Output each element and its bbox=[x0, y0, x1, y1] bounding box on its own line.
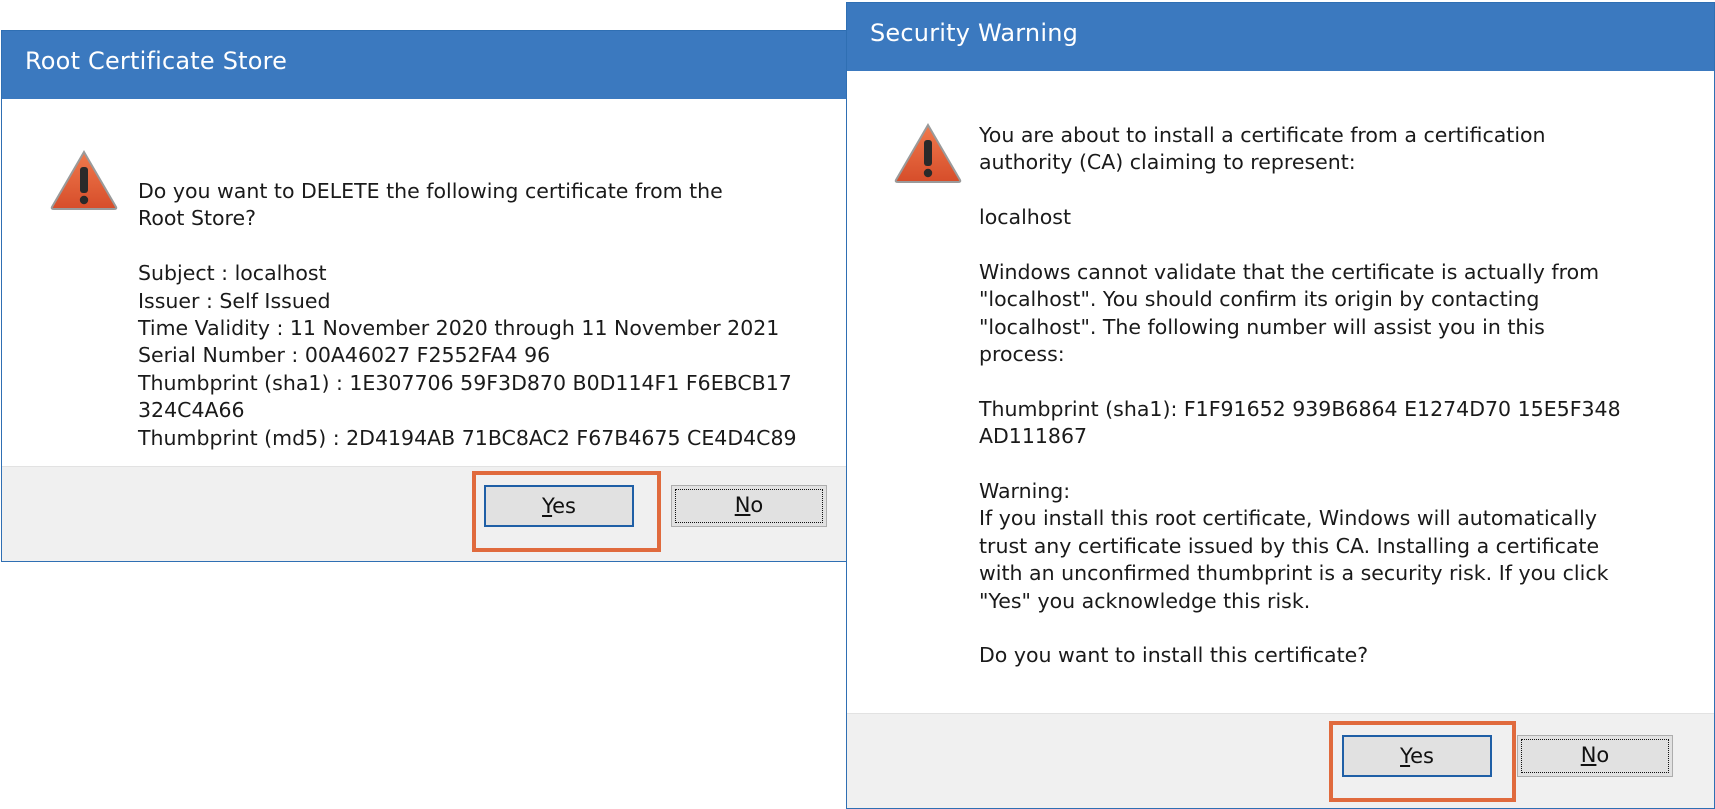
message-line: You are about to install a certificate f… bbox=[979, 123, 1546, 147]
warning-triangle-icon bbox=[50, 150, 118, 210]
root-certificate-store-dialog: Root Certificate Store Do you want to DE… bbox=[1, 30, 847, 562]
dialog-footer: Yes No bbox=[2, 466, 846, 561]
security-warning-dialog: Security Warning You are about to instal… bbox=[846, 2, 1715, 809]
message-line: Issuer : Self Issued bbox=[138, 288, 331, 313]
title-bar[interactable]: Security Warning bbox=[847, 3, 1714, 71]
message-line: 324C4A66 bbox=[138, 398, 245, 423]
message-line: process: bbox=[979, 342, 1065, 367]
message-line: Thumbprint (sha1) : 1E307706 59F3D870 B0… bbox=[138, 370, 792, 395]
title-bar[interactable]: Root Certificate Store bbox=[2, 31, 846, 99]
message-line: Thumbprint (md5) : 2D4194AB 71BC8AC2 F67… bbox=[138, 425, 797, 450]
yes-button-label: Yes bbox=[1400, 744, 1434, 768]
warning-triangle-icon bbox=[894, 123, 962, 183]
dialog-message: You are about to install a certificate f… bbox=[979, 122, 1621, 670]
message-line: trust any certificate issued by this CA.… bbox=[979, 533, 1600, 558]
message-line: Thumbprint (sha1): F1F91652 939B6864 E12… bbox=[979, 396, 1621, 421]
no-button[interactable]: No bbox=[671, 485, 827, 527]
message-line: Windows cannot validate that the certifi… bbox=[979, 259, 1600, 284]
certificate-subject: localhost bbox=[979, 205, 1072, 230]
message-line: "Yes" you acknowledge this risk. bbox=[979, 588, 1311, 613]
install-question: Do you want to install this certificate? bbox=[979, 643, 1369, 668]
message-line: Time Validity : 11 November 2020 through… bbox=[138, 315, 780, 340]
message-line: Subject : localhost bbox=[138, 261, 327, 286]
dialog-title: Security Warning bbox=[870, 19, 1079, 47]
dialog-title: Root Certificate Store bbox=[25, 47, 288, 75]
message-line: Do you want to DELETE the following cert… bbox=[138, 179, 723, 203]
message-line: authority (CA) claiming to represent: bbox=[979, 150, 1356, 175]
yes-button[interactable]: Yes bbox=[484, 485, 634, 527]
no-button-label: No bbox=[734, 493, 764, 517]
yes-button-label: Yes bbox=[542, 494, 576, 518]
message-line: Root Store? bbox=[138, 206, 257, 231]
no-button-label: No bbox=[1580, 743, 1610, 767]
yes-button[interactable]: Yes bbox=[1342, 735, 1492, 777]
message-line: with an unconfirmed thumbprint is a secu… bbox=[979, 561, 1609, 586]
message-line: "localhost". You should confirm its orig… bbox=[979, 287, 1540, 312]
message-line: "localhost". The following number will a… bbox=[979, 314, 1545, 339]
no-button[interactable]: No bbox=[1517, 735, 1673, 777]
dialog-footer: Yes No bbox=[847, 713, 1714, 808]
message-line: If you install this root certificate, Wi… bbox=[979, 506, 1598, 531]
dialog-message: Do you want to DELETE the following cert… bbox=[138, 178, 797, 452]
message-line: AD111867 bbox=[979, 424, 1088, 449]
message-line: Warning: bbox=[979, 479, 1071, 504]
message-line: Serial Number : 00A46027 F2552FA4 96 bbox=[138, 343, 551, 368]
